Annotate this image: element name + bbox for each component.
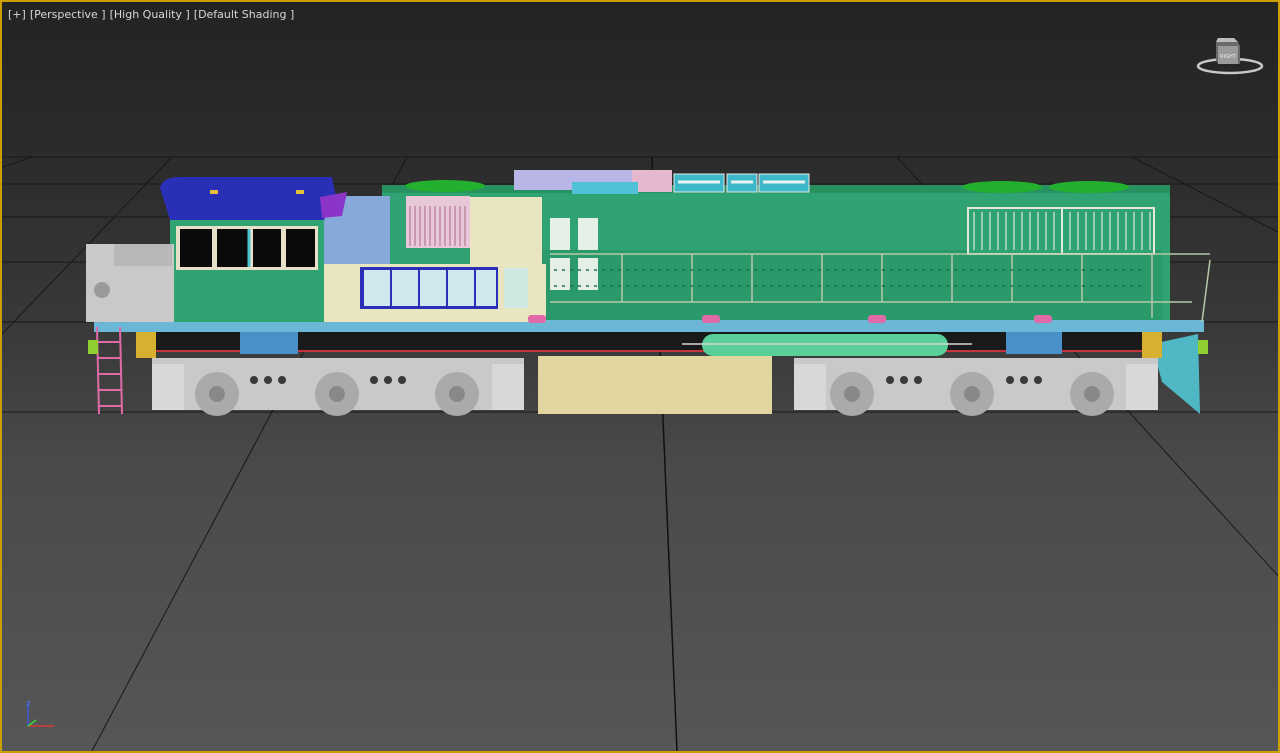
front-green-step [88, 340, 98, 354]
rear-green-step [1198, 340, 1208, 354]
sand-box [240, 332, 298, 354]
perspective-viewport[interactable]: [+] [Perspective ] [High Quality ] [Default… [0, 0, 1280, 753]
axis-z-label: z [26, 699, 31, 709]
viewport-shading-label[interactable]: [Default Shading ] [194, 8, 294, 21]
roof-fan [405, 180, 485, 192]
rear-bogie [794, 358, 1158, 416]
cab-roof [160, 177, 336, 220]
air-reservoir [702, 334, 948, 356]
locomotive-model[interactable] [86, 170, 1211, 416]
front-bogie [152, 358, 524, 416]
viewport-quality-label[interactable]: [High Quality ] [110, 8, 190, 21]
headlight [210, 190, 218, 194]
viewcube-icon[interactable]: RIGHT [1194, 34, 1264, 82]
cream-panel [470, 197, 542, 267]
sand-box [1006, 332, 1062, 354]
side-door [504, 268, 528, 308]
side-windows [364, 270, 496, 306]
viewport-view-label[interactable]: [Perspective ] [30, 8, 106, 21]
nose-headlight [94, 282, 110, 298]
coupler-yellow [136, 332, 156, 358]
rear-coupler [1142, 332, 1162, 358]
fuel-tank [538, 356, 772, 414]
viewport-menu-plus[interactable]: [+] [8, 8, 26, 21]
roof-vents [673, 173, 810, 193]
roof-fan [1049, 181, 1129, 193]
viewport-labels: [+] [Perspective ] [High Quality ] [Default… [8, 8, 298, 21]
roof-box [572, 182, 638, 194]
scene-canvas[interactable] [2, 2, 1278, 751]
hood-lower-rear [542, 250, 1162, 320]
viewcube-face-label: RIGHT [1220, 54, 1237, 60]
nose-top [114, 244, 172, 266]
roof-fan [962, 181, 1042, 193]
axis-tripod-icon: z [26, 699, 54, 727]
front-ladder [96, 326, 123, 415]
headlight [296, 190, 304, 194]
